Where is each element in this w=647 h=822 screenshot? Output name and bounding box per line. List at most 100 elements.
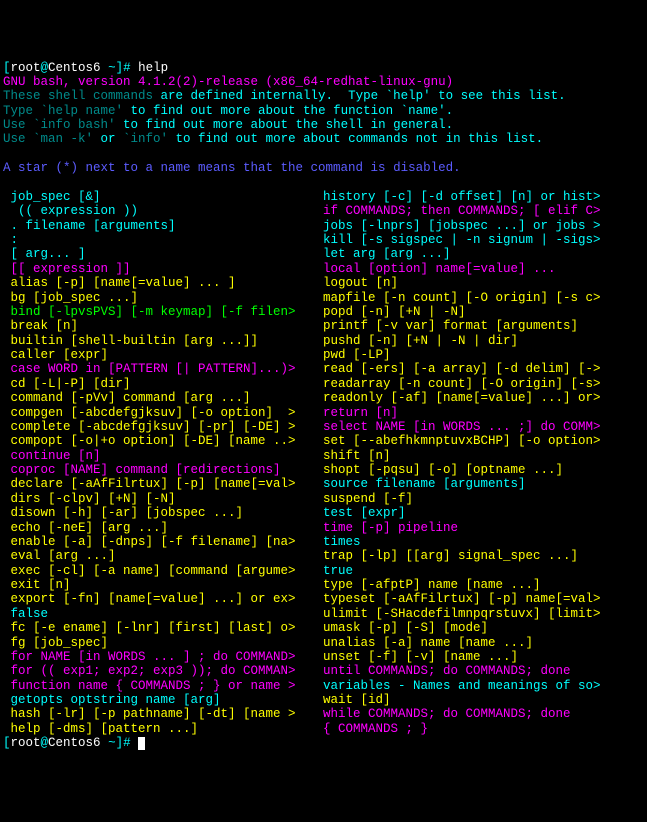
help-item-right: wait [id]: [323, 693, 644, 707]
cursor[interactable]: [138, 737, 145, 750]
help-item-left: exec [-cl] [-a name] [command [argume>: [3, 564, 323, 578]
help-row: coproc [NAME] command [redirections]shop…: [3, 463, 644, 477]
help-item-left: help [-dms] [pattern ...]: [3, 722, 323, 736]
help-item-right: { COMMANDS ; }: [323, 722, 644, 736]
help-item-left: cd [-L|-P] [dir]: [3, 377, 323, 391]
help-item-left: compgen [-abcdefgjksuv] [-o option] >: [3, 406, 323, 420]
help-row: exit [n]type [-afptP] name [name ...]: [3, 578, 644, 592]
version-line: GNU bash, version 4.1.2(2)-release (x86_…: [3, 75, 453, 89]
help-item-right: umask [-p] [-S] [mode]: [323, 621, 644, 635]
help-row: bind [-lpvsPVS] [-m keymap] [-f filen>po…: [3, 305, 644, 319]
help-item-right: kill [-s sigspec | -n signum | -sigs>: [323, 233, 644, 247]
help-item-right: source filename [arguments]: [323, 477, 644, 491]
help-row: for NAME [in WORDS ... ] ; do COMMAND>un…: [3, 650, 644, 664]
help-item-right: true: [323, 564, 644, 578]
help-item-left: :: [3, 233, 323, 247]
star-note: A star (*) next to a name means that the…: [3, 161, 461, 175]
terminal[interactable]: [root@Centos6 ~]# help GNU bash, version…: [3, 61, 644, 751]
help-row: break [n]printf [-v var] format [argumen…: [3, 319, 644, 333]
help-item-left: builtin [shell-builtin [arg ...]]: [3, 334, 323, 348]
help-row: :kill [-s sigspec | -n signum | -sigs>: [3, 233, 644, 247]
help-row: [ arg... ]let arg [arg ...]: [3, 247, 644, 261]
help-row: (( expression ))if COMMANDS; then COMMAN…: [3, 204, 644, 218]
help-item-left: break [n]: [3, 319, 323, 333]
help-row: for (( exp1; exp2; exp3 )); do COMMAN>un…: [3, 664, 644, 678]
user: root: [11, 61, 41, 75]
help-row: fc [-e ename] [-lnr] [first] [last] o>um…: [3, 621, 644, 635]
help-item-right: history [-c] [-d offset] [n] or hist>: [323, 190, 644, 204]
help-row: hash [-lr] [-p pathname] [-dt] [name >wh…: [3, 707, 644, 721]
help-item-left: eval [arg ...]: [3, 549, 323, 563]
help-item-left: echo [-neE] [arg ...]: [3, 521, 323, 535]
help-row: fg [job_spec]unalias [-a] name [name ...…: [3, 636, 644, 650]
help-item-left: complete [-abcdefgjksuv] [-pr] [-DE] >: [3, 420, 323, 434]
help-columns: job_spec [&]history [-c] [-d offset] [n]…: [3, 190, 644, 736]
help-row: exec [-cl] [-a name] [command [argume>tr…: [3, 564, 644, 578]
help-row: compopt [-o|+o option] [-DE] [name ..>se…: [3, 434, 644, 448]
help-item-right: if COMMANDS; then COMMANDS; [ elif C>: [323, 204, 644, 218]
prompt-line: [root@Centos6 ~]# help: [3, 61, 168, 75]
help-item-left: exit [n]: [3, 578, 323, 592]
help-item-right: readonly [-af] [name[=value] ...] or>: [323, 391, 644, 405]
help-item-right: variables - Names and meanings of so>: [323, 679, 644, 693]
help-item-left: job_spec [&]: [3, 190, 323, 204]
help-item-right: jobs [-lnprs] [jobspec ...] or jobs >: [323, 219, 644, 233]
help-row: help [-dms] [pattern ...]{ COMMANDS ; }: [3, 722, 644, 736]
help-item-left: false: [3, 607, 323, 621]
help-item-left: disown [-h] [-ar] [jobspec ...]: [3, 506, 323, 520]
help-item-right: pwd [-LP]: [323, 348, 644, 362]
help-row: disown [-h] [-ar] [jobspec ...]test [exp…: [3, 506, 644, 520]
help-item-left: case WORD in [PATTERN [| PATTERN]...)>: [3, 362, 323, 376]
help-item-left: hash [-lr] [-p pathname] [-dt] [name >: [3, 707, 323, 721]
help-item-right: times: [323, 535, 644, 549]
help-item-right: test [expr]: [323, 506, 644, 520]
help-item-left: function name { COMMANDS ; } or name >: [3, 679, 323, 693]
help-row: falseulimit [-SHacdefilmnpqrstuvx] [limi…: [3, 607, 644, 621]
help-item-left: . filename [arguments]: [3, 219, 323, 233]
help-row: builtin [shell-builtin [arg ...]]pushd […: [3, 334, 644, 348]
help-item-right: trap [-lp] [[arg] signal_spec ...]: [323, 549, 644, 563]
help-item-left: coproc [NAME] command [redirections]: [3, 463, 323, 477]
help-item-left: for (( exp1; exp2; exp3 )); do COMMAN>: [3, 664, 323, 678]
help-item-left: for NAME [in WORDS ... ] ; do COMMAND>: [3, 650, 323, 664]
help-item-left: enable [-a] [-dnps] [-f filename] [na>: [3, 535, 323, 549]
help-item-right: type [-afptP] name [name ...]: [323, 578, 644, 592]
help-row: bg [job_spec ...]mapfile [-n count] [-O …: [3, 291, 644, 305]
help-item-right: let arg [arg ...]: [323, 247, 644, 261]
help-item-right: unalias [-a] name [name ...]: [323, 636, 644, 650]
help-item-left: compopt [-o|+o option] [-DE] [name ..>: [3, 434, 323, 448]
host: Centos6: [48, 61, 101, 75]
help-item-left: alias [-p] [name[=value] ... ]: [3, 276, 323, 290]
help-item-right: typeset [-aAfFilrtux] [-p] name[=val>: [323, 592, 644, 606]
help-row: dirs [-clpv] [+N] [-N]suspend [-f]: [3, 492, 644, 506]
command-text: help: [138, 61, 168, 75]
help-row: cd [-L|-P] [dir]readarray [-n count] [-O…: [3, 377, 644, 391]
final-prompt: [root@Centos6 ~]#: [3, 736, 138, 750]
help-item-right: read [-ers] [-a array] [-d delim] [->: [323, 362, 644, 376]
help-item-left: fc [-e ename] [-lnr] [first] [last] o>: [3, 621, 323, 635]
help-row: export [-fn] [name[=value] ...] or ex>ty…: [3, 592, 644, 606]
help-item-right: select NAME [in WORDS ... ;] do COMM>: [323, 420, 644, 434]
help-item-right: local [option] name[=value] ...: [323, 262, 644, 276]
help-item-left: getopts optstring name [arg]: [3, 693, 323, 707]
help-item-left: declare [-aAfFilrtux] [-p] [name[=val>: [3, 477, 323, 491]
help-row: echo [-neE] [arg ...]time [-p] pipeline: [3, 521, 644, 535]
help-row: complete [-abcdefgjksuv] [-pr] [-DE] >se…: [3, 420, 644, 434]
help-row: continue [n]shift [n]: [3, 449, 644, 463]
help-item-right: mapfile [-n count] [-O origin] [-s c>: [323, 291, 644, 305]
help-item-left: fg [job_spec]: [3, 636, 323, 650]
help-item-left: [[ expression ]]: [3, 262, 323, 276]
help-item-right: printf [-v var] format [arguments]: [323, 319, 644, 333]
help-item-left: bind [-lpvsPVS] [-m keymap] [-f filen>: [3, 305, 323, 319]
help-item-left: dirs [-clpv] [+N] [-N]: [3, 492, 323, 506]
help-item-right: popd [-n] [+N | -N]: [323, 305, 644, 319]
help-item-left: command [-pVv] command [arg ...]: [3, 391, 323, 405]
help-item-right: pushd [-n] [+N | -N | dir]: [323, 334, 644, 348]
help-item-left: export [-fn] [name[=value] ...] or ex>: [3, 592, 323, 606]
help-row: eval [arg ...]trap [-lp] [[arg] signal_s…: [3, 549, 644, 563]
help-row: declare [-aAfFilrtux] [-p] [name[=val>so…: [3, 477, 644, 491]
help-item-right: readarray [-n count] [-O origin] [-s>: [323, 377, 644, 391]
help-item-left: (( expression )): [3, 204, 323, 218]
help-item-right: shopt [-pqsu] [-o] [optname ...]: [323, 463, 644, 477]
help-item-left: [ arg... ]: [3, 247, 323, 261]
